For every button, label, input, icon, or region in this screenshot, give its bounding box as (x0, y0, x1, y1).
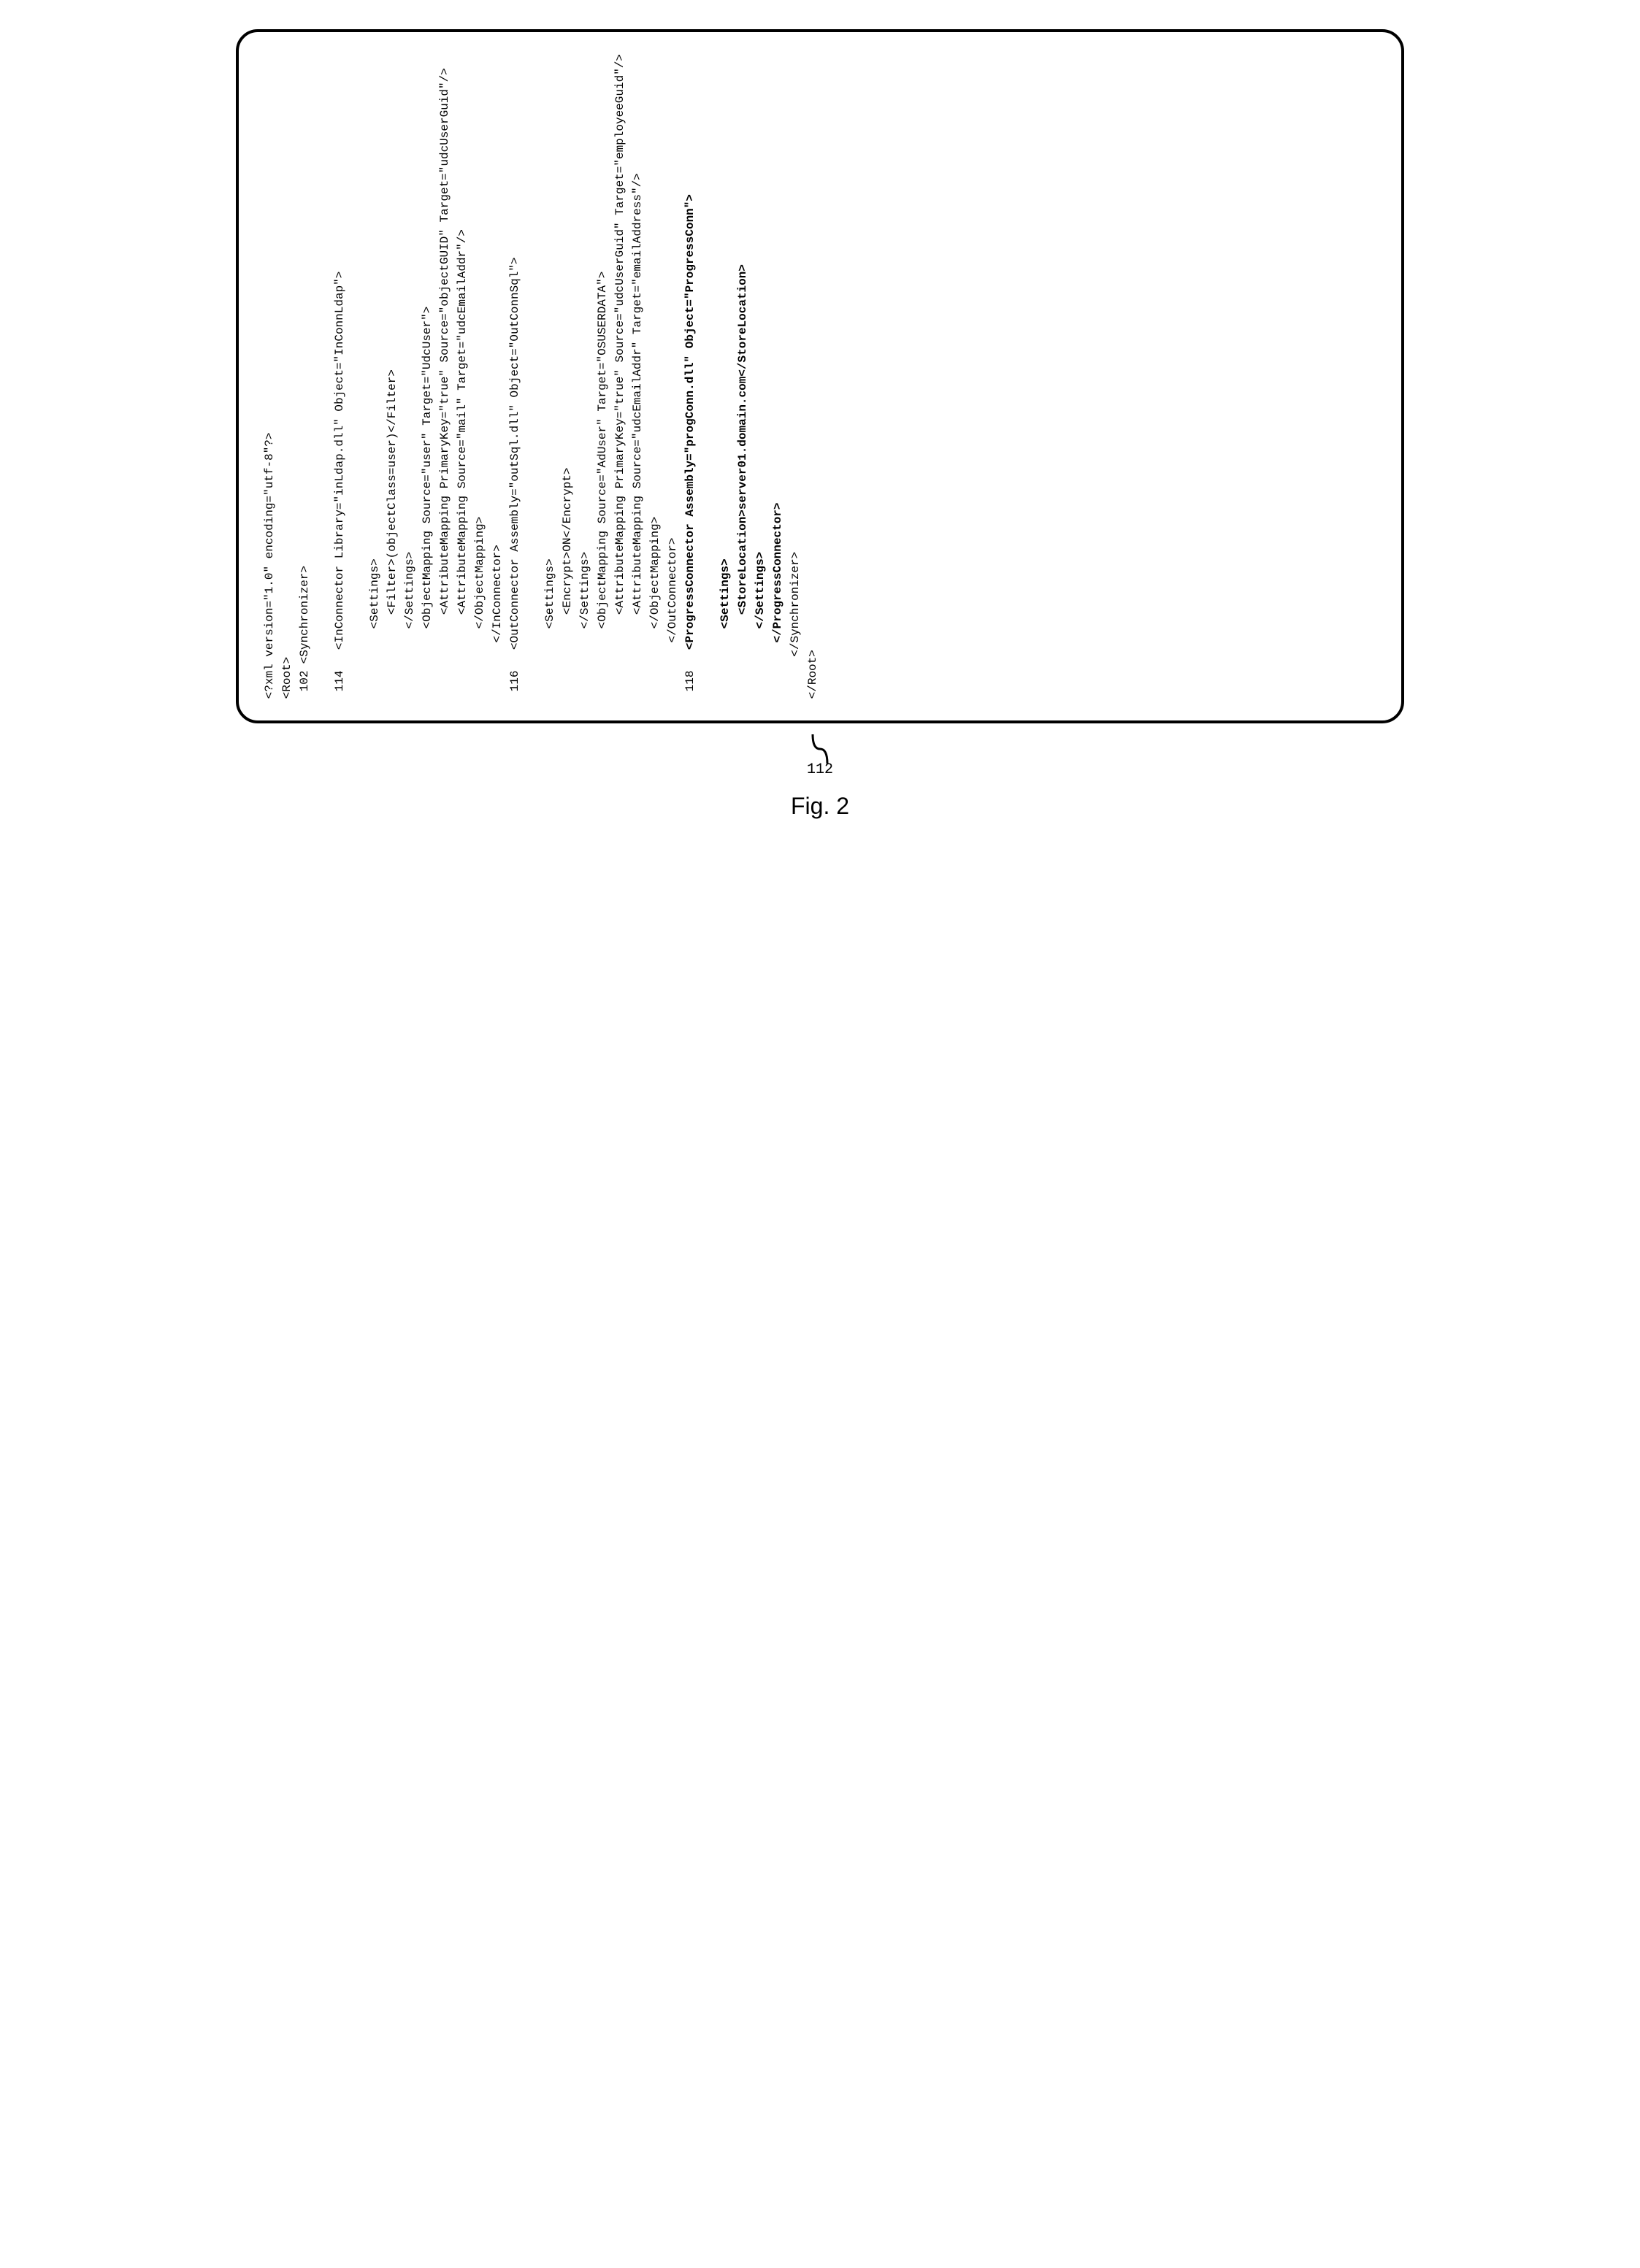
callout-number: 112 (807, 761, 833, 778)
figure-frame: <?xml version="1.0" encoding="utf-8"?><R… (236, 29, 1404, 723)
code-line: <AttributeMapping Source="udcEmailAddr" … (629, 54, 646, 699)
code-line: <AttributeMapping PrimaryKey="true" Sour… (611, 54, 629, 699)
code-line: </Settings> (751, 54, 769, 699)
code-line: </InConnector> (488, 54, 506, 699)
code-line: </ProgressConnector> (769, 54, 786, 699)
code-line: </OutConnector> (664, 54, 681, 699)
code-line: <AttributeMapping PrimaryKey="true" Sour… (436, 54, 453, 699)
code-line: <Encrypt>ON</Encrypt> (559, 54, 576, 699)
xml-code-block: <?xml version="1.0" encoding="utf-8"?><R… (261, 54, 1372, 699)
code-line: </ObjectMapping> (471, 54, 488, 699)
code-line: </Synchronizer> (786, 54, 804, 699)
code-line: 114 <InConnector Library="inLdap.dll" Ob… (331, 54, 366, 699)
code-line: 118 <ProgressConnector Assembly="progCon… (681, 54, 716, 699)
code-line: <Settings> (366, 54, 383, 699)
code-line: <AttributeMapping Source="mail" Target="… (453, 54, 471, 699)
code-line: </Root> (804, 54, 821, 699)
code-line: </Settings> (576, 54, 594, 699)
code-line: <ObjectMapping Source="user" Target="Udc… (418, 54, 436, 699)
reference-number: 114 (331, 671, 366, 692)
code-line: <Settings> (716, 54, 734, 699)
figure-label: Fig. 2 (791, 793, 849, 820)
callout-reference: 112 (798, 731, 842, 778)
code-line: <ObjectMapping Source="AdUser" Target="O… (594, 54, 611, 699)
code-line: <Settings> (541, 54, 559, 699)
reference-number: 118 (681, 671, 716, 692)
code-line: 116 <OutConnector Assembly="outSql.dll" … (506, 54, 541, 699)
code-line: </ObjectMapping> (646, 54, 664, 699)
code-line: </Settings> (401, 54, 418, 699)
code-line: <Filter>(objectClass=user)</Filter> (383, 54, 401, 699)
reference-number: 116 (506, 671, 541, 692)
code-line: <Root> (278, 54, 296, 699)
code-line: <StoreLocation>server01.domain.com</Stor… (734, 54, 751, 699)
code-line: <?xml version="1.0" encoding="utf-8"?> (261, 54, 278, 699)
code-line: 102 <Synchronizer> (296, 54, 331, 699)
reference-number: 102 (296, 671, 331, 692)
